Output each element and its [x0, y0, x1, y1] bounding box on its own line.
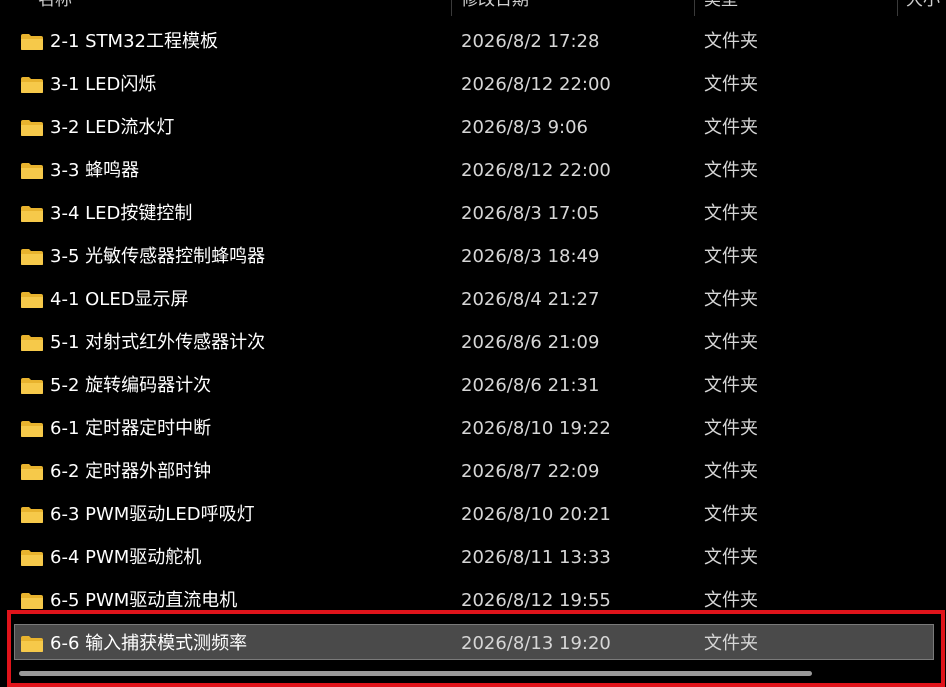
modified-date: 2026/8/11 13:33	[461, 547, 611, 568]
modified-date: 2026/8/10 20:21	[461, 504, 611, 525]
list-item[interactable]: 6-6 输入捕获模式测频率 2026/8/13 19:20 文件夹	[0, 622, 946, 665]
modified-date: 2026/8/4 21:27	[461, 289, 600, 310]
column-divider[interactable]	[897, 0, 898, 16]
column-type-header[interactable]: 类型	[704, 0, 884, 16]
file-list: 2-1 STM32工程模板 2026/8/2 17:28 文件夹 3-1 LED闪烁 2…	[0, 20, 946, 665]
list-item[interactable]: 3-5 光敏传感器控制蜂鸣器 2026/8/3 18:49 文件夹	[0, 235, 946, 278]
file-type: 文件夹	[704, 117, 758, 138]
list-item[interactable]: 3-1 LED闪烁 2026/8/12 22:00 文件夹	[0, 63, 946, 106]
file-name[interactable]: 3-4 LED按键控制	[50, 192, 192, 235]
modified-date: 2026/8/10 19:22	[461, 418, 611, 439]
file-name[interactable]: 6-6 输入捕获模式测频率	[50, 622, 247, 665]
folder-icon	[20, 162, 44, 180]
file-type: 文件夹	[704, 504, 758, 525]
file-type: 文件夹	[704, 418, 758, 439]
file-type: 文件夹	[704, 461, 758, 482]
file-type: 文件夹	[704, 289, 758, 310]
file-name[interactable]: 3-1 LED闪烁	[50, 63, 156, 106]
file-type: 文件夹	[704, 547, 758, 568]
folder-icon	[20, 76, 44, 94]
modified-date: 2026/8/7 22:09	[461, 461, 600, 482]
folder-icon	[20, 463, 44, 481]
file-type: 文件夹	[704, 74, 758, 95]
folder-icon	[20, 205, 44, 223]
list-item[interactable]: 4-1 OLED显示屏 2026/8/4 21:27 文件夹	[0, 278, 946, 321]
list-item[interactable]: 5-1 对射式红外传感器计次 2026/8/6 21:09 文件夹	[0, 321, 946, 364]
file-name[interactable]: 3-3 蜂鸣器	[50, 149, 139, 192]
folder-icon	[20, 420, 44, 438]
folder-icon	[20, 334, 44, 352]
list-item[interactable]: 6-1 定时器定时中断 2026/8/10 19:22 文件夹	[0, 407, 946, 450]
file-type: 文件夹	[704, 332, 758, 353]
modified-date: 2026/8/2 17:28	[461, 31, 600, 52]
file-type: 文件夹	[704, 375, 758, 396]
modified-date: 2026/8/3 18:49	[461, 246, 600, 267]
folder-icon	[20, 549, 44, 567]
modified-date: 2026/8/12 19:55	[461, 590, 611, 611]
folder-icon	[20, 506, 44, 524]
modified-date: 2026/8/3 9:06	[461, 117, 588, 138]
list-item[interactable]: 2-1 STM32工程模板 2026/8/2 17:28 文件夹	[0, 20, 946, 63]
folder-icon	[20, 248, 44, 266]
folder-icon	[20, 377, 44, 395]
file-type: 文件夹	[704, 160, 758, 181]
column-header: 名称 修改日期 类型 大小	[0, 0, 946, 16]
list-item[interactable]: 6-4 PWM驱动舵机 2026/8/11 13:33 文件夹	[0, 536, 946, 579]
file-type: 文件夹	[704, 633, 758, 654]
file-name[interactable]: 6-1 定时器定时中断	[50, 407, 211, 450]
column-size-header[interactable]: 大小	[906, 0, 946, 16]
file-name[interactable]: 3-2 LED流水灯	[50, 106, 174, 149]
scrollbar-thumb[interactable]	[19, 671, 812, 676]
list-item[interactable]: 6-3 PWM驱动LED呼吸灯 2026/8/10 20:21 文件夹	[0, 493, 946, 536]
list-item[interactable]: 6-2 定时器外部时钟 2026/8/7 22:09 文件夹	[0, 450, 946, 493]
folder-icon	[20, 119, 44, 137]
file-type: 文件夹	[704, 203, 758, 224]
file-name[interactable]: 5-1 对射式红外传感器计次	[50, 321, 265, 364]
file-name[interactable]: 4-1 OLED显示屏	[50, 278, 189, 321]
modified-date: 2026/8/6 21:09	[461, 332, 600, 353]
folder-icon	[20, 592, 44, 610]
modified-date: 2026/8/12 22:00	[461, 74, 611, 95]
folder-icon	[20, 33, 44, 51]
modified-date: 2026/8/12 22:00	[461, 160, 611, 181]
file-type: 文件夹	[704, 590, 758, 611]
column-divider[interactable]	[451, 0, 452, 16]
file-name[interactable]: 6-5 PWM驱动直流电机	[50, 579, 237, 622]
file-explorer-list: 名称 修改日期 类型 大小 2-1 STM32工程模板 2026/8/2 17:2…	[0, 0, 946, 687]
column-divider[interactable]	[694, 0, 695, 16]
modified-date: 2026/8/13 19:20	[461, 633, 611, 654]
column-date-header[interactable]: 修改日期	[461, 0, 681, 16]
horizontal-scrollbar[interactable]	[14, 668, 934, 678]
file-name[interactable]: 5-2 旋转编码器计次	[50, 364, 211, 407]
file-type: 文件夹	[704, 246, 758, 267]
folder-icon	[20, 291, 44, 309]
file-name[interactable]: 6-4 PWM驱动舵机	[50, 536, 201, 579]
column-name-header[interactable]: 名称	[38, 0, 438, 16]
file-name[interactable]: 3-5 光敏传感器控制蜂鸣器	[50, 235, 265, 278]
folder-icon	[20, 635, 44, 653]
file-name[interactable]: 2-1 STM32工程模板	[50, 20, 218, 63]
modified-date: 2026/8/3 17:05	[461, 203, 600, 224]
list-item[interactable]: 3-2 LED流水灯 2026/8/3 9:06 文件夹	[0, 106, 946, 149]
list-item[interactable]: 6-5 PWM驱动直流电机 2026/8/12 19:55 文件夹	[0, 579, 946, 622]
file-type: 文件夹	[704, 31, 758, 52]
list-item[interactable]: 5-2 旋转编码器计次 2026/8/6 21:31 文件夹	[0, 364, 946, 407]
list-item[interactable]: 3-4 LED按键控制 2026/8/3 17:05 文件夹	[0, 192, 946, 235]
list-item[interactable]: 3-3 蜂鸣器 2026/8/12 22:00 文件夹	[0, 149, 946, 192]
file-name[interactable]: 6-3 PWM驱动LED呼吸灯	[50, 493, 255, 536]
file-name[interactable]: 6-2 定时器外部时钟	[50, 450, 211, 493]
modified-date: 2026/8/6 21:31	[461, 375, 600, 396]
